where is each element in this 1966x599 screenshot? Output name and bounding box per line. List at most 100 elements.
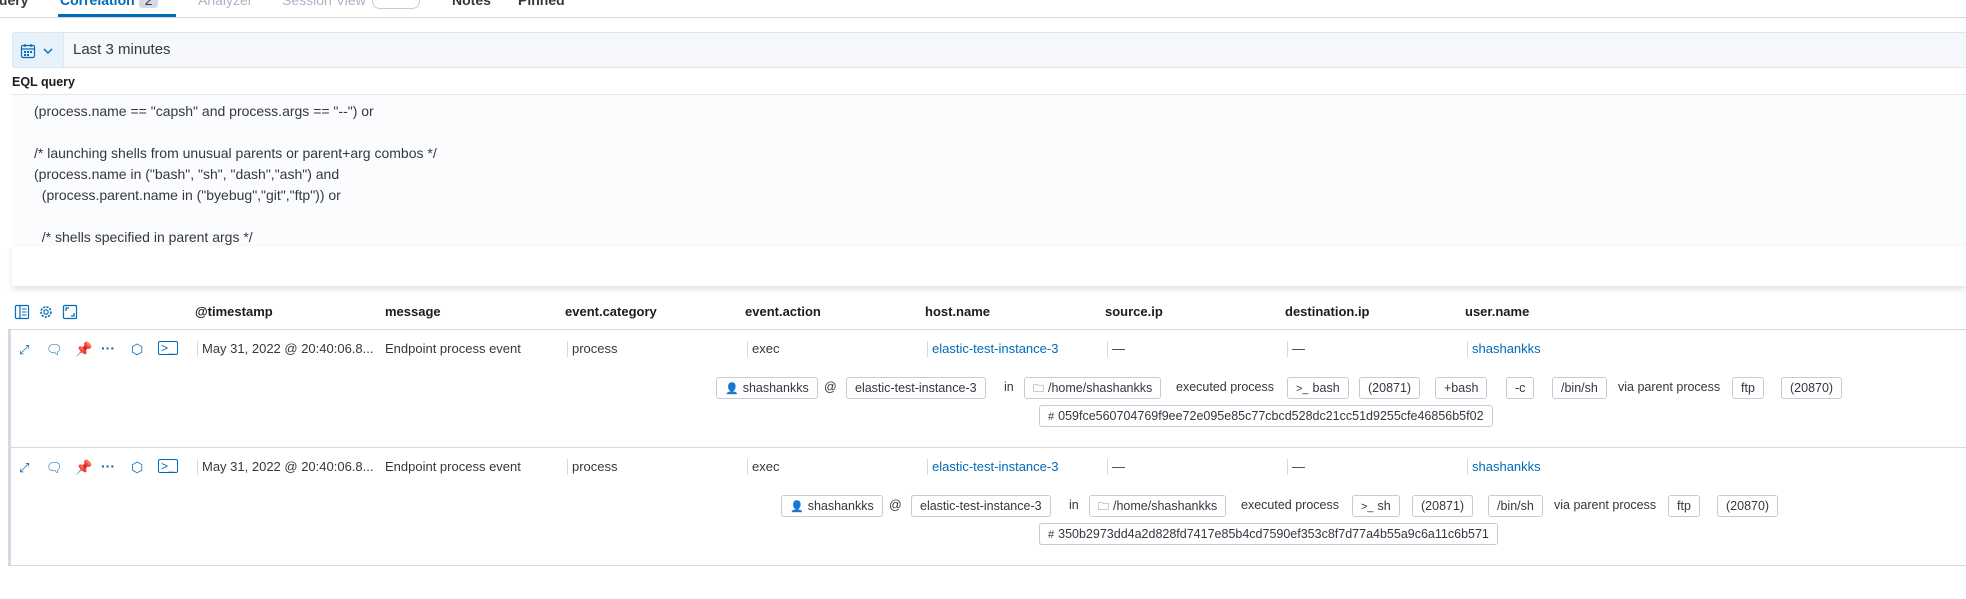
parent-process-chip[interactable]: ftp (1668, 495, 1700, 517)
host-chip[interactable]: elastic-test-instance-3 (846, 377, 986, 399)
process-arg-chip[interactable]: -c (1506, 377, 1535, 399)
timeline-tabs: Query Correlation2 Analyzer Session View… (0, 0, 1966, 18)
comment-icon[interactable]: 🗨 (46, 342, 63, 358)
column-header-user-name[interactable]: user.name (1465, 304, 1529, 319)
at-symbol: @ (824, 380, 837, 394)
cell-event-category: process (567, 341, 618, 357)
tab-analyzer[interactable]: Analyzer (198, 0, 252, 8)
column-header-host-name[interactable]: host.name (925, 304, 990, 319)
cell-host-name[interactable]: elastic-test-instance-3 (927, 459, 1058, 475)
user-chip-label: shashankks (742, 381, 809, 395)
hash-icon: # (1048, 529, 1055, 541)
via-parent-text: via parent process (1554, 498, 1657, 512)
process-name-label: sh (1377, 499, 1391, 513)
column-header-source-ip[interactable]: source.ip (1105, 304, 1163, 319)
process-name-chip[interactable]: >_ sh (1352, 495, 1400, 517)
cell-host-name[interactable]: elastic-test-instance-3 (927, 341, 1058, 357)
in-text: in (1004, 380, 1014, 394)
column-header-event-category[interactable]: event.category (565, 304, 657, 319)
cell-source-ip: — (1107, 341, 1125, 357)
parent-pid-chip[interactable]: (20870) (1717, 495, 1779, 517)
hash-icon: # (1048, 411, 1055, 423)
cell-source-ip: — (1107, 459, 1125, 475)
session-view-icon[interactable]: >_ (158, 459, 178, 473)
parent-pid-chip[interactable]: (20870) (1781, 377, 1843, 399)
column-header-message[interactable]: message (385, 304, 441, 319)
user-chip-label: shashankks (807, 499, 874, 513)
directory-chip[interactable]: 🗀 /home/shashankks (1024, 377, 1162, 399)
cell-timestamp: May 31, 2022 @ 20:40:06.8... (197, 341, 373, 357)
column-header-event-action[interactable]: event.action (745, 304, 821, 319)
session-view-icon[interactable]: >_ (158, 341, 178, 355)
analyze-event-icon[interactable]: ⬡ (131, 459, 143, 476)
process-hash-label: 350b2973dd4a2d828fd7417e85b4cd7590ef353c… (1058, 527, 1489, 541)
cell-user-name[interactable]: shashankks (1467, 459, 1541, 475)
more-actions-icon[interactable]: ··· (101, 458, 115, 474)
eql-query-editor[interactable]: (process.name == "capsh" and process.arg… (12, 94, 1966, 247)
tab-correlation-label: Correlation (60, 0, 135, 8)
calendar-icon (20, 44, 36, 59)
process-arg-chip[interactable]: +bash (1435, 377, 1488, 399)
process-name-chip[interactable]: >_ bash (1287, 377, 1349, 399)
folder-icon: 🗀 (1033, 383, 1044, 395)
process-pid-chip[interactable]: (20871) (1359, 377, 1421, 399)
process-arg-chip[interactable]: /bin/sh (1488, 495, 1543, 517)
terminal-icon: >_ (1296, 383, 1309, 395)
tab-session-view[interactable]: Session View (282, 0, 420, 10)
eql-line: (process.parent.name in ("byebug","git",… (34, 187, 341, 203)
tab-pinned[interactable]: Pinned (518, 0, 565, 8)
correlation-count-badge: 2 (138, 0, 159, 8)
expand-icon[interactable]: ⤢ (19, 342, 29, 358)
executed-process-text: executed process (1176, 380, 1274, 394)
active-tab-indicator (58, 14, 176, 17)
user-chip[interactable]: 👤 shashankks (781, 495, 883, 517)
tab-correlation[interactable]: Correlation 2 (60, 0, 159, 8)
via-parent-text: via parent process (1618, 380, 1721, 394)
eql-line: /* shells specified in parent args */ (34, 229, 253, 245)
user-icon: 👤 (725, 383, 739, 395)
process-hash-chip[interactable]: #059fce560704769f9ee72e095e85c77cbcd528d… (1039, 405, 1493, 427)
tab-notes[interactable]: Notes (452, 0, 491, 8)
directory-chip-label: /home/shashankks (1048, 381, 1153, 395)
pin-icon[interactable]: 📌 (75, 341, 92, 358)
cell-message: Endpoint process event (385, 341, 521, 356)
date-range-text[interactable]: Last 3 minutes (73, 41, 171, 58)
user-chip[interactable]: 👤 shashankks (716, 377, 818, 399)
eql-line: /* launching shells from unusual parents… (34, 145, 437, 161)
eql-line: (process.name == "capsh" and process.arg… (34, 103, 374, 119)
process-hash-chip[interactable]: #350b2973dd4a2d828fd7417e85b4cd7590ef353… (1039, 523, 1498, 545)
cell-timestamp: May 31, 2022 @ 20:40:06.8... (197, 459, 373, 475)
folder-icon: 🗀 (1098, 501, 1109, 513)
cell-user-name[interactable]: shashankks (1467, 341, 1541, 357)
parent-process-chip[interactable]: ftp (1732, 377, 1764, 399)
cell-destination-ip: — (1287, 459, 1305, 475)
host-chip[interactable]: elastic-test-instance-3 (911, 495, 1051, 517)
gear-icon[interactable] (38, 304, 54, 320)
cell-event-action: exec (747, 341, 779, 357)
fullscreen-icon[interactable] (62, 304, 78, 320)
tab-query[interactable]: Query (0, 0, 28, 8)
eql-query-label: EQL query (12, 75, 75, 89)
column-header-timestamp[interactable]: @timestamp (195, 304, 273, 319)
in-text: in (1069, 498, 1079, 512)
expand-icon[interactable]: ⤢ (19, 460, 29, 476)
column-header-destination-ip[interactable]: destination.ip (1285, 304, 1370, 319)
cell-destination-ip: — (1287, 341, 1305, 357)
pin-icon[interactable]: 📌 (75, 459, 92, 476)
directory-chip-label: /home/shashankks (1113, 499, 1218, 513)
process-hash-label: 059fce560704769f9ee72e095e85c77cbcd528dc… (1058, 409, 1484, 423)
more-actions-icon[interactable]: ··· (101, 340, 115, 356)
directory-chip[interactable]: 🗀 /home/shashankks (1089, 495, 1227, 517)
cell-event-action: exec (747, 459, 779, 475)
date-picker: Last 3 minutes (12, 32, 1966, 68)
process-pid-chip[interactable]: (20871) (1412, 495, 1474, 517)
process-arg-chip[interactable]: /bin/sh (1552, 377, 1607, 399)
chevron-down-icon (43, 48, 53, 54)
field-browser-icon[interactable] (14, 304, 30, 320)
analyze-event-icon[interactable]: ⬡ (131, 341, 143, 358)
quick-select-button[interactable] (13, 33, 64, 67)
process-name-label: bash (1312, 381, 1340, 395)
terminal-icon: >_ (1361, 501, 1374, 513)
comment-icon[interactable]: 🗨 (46, 460, 63, 476)
query-footer (12, 246, 1966, 286)
